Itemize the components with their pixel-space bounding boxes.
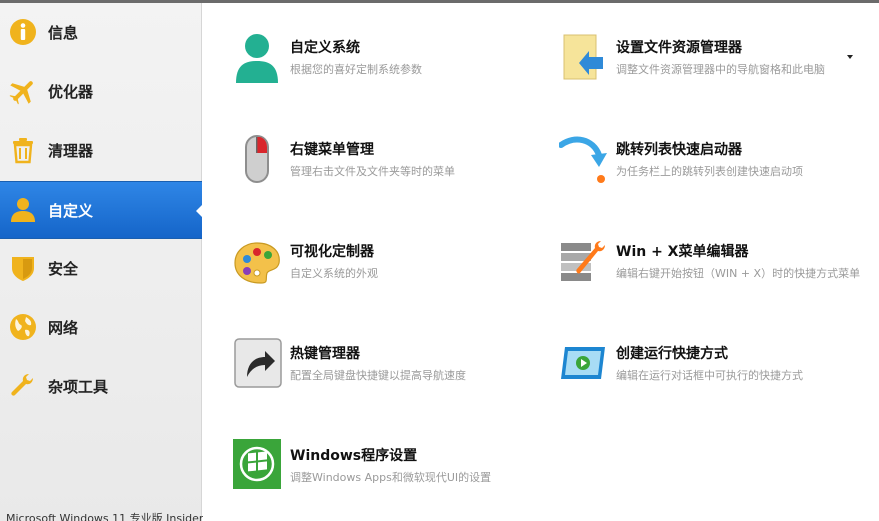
main-panel: 自定义系统 根据您的喜好定制系统参数 设置文件资源管理器 调整文件资源管理器中的… xyxy=(203,3,879,521)
tile-title: 设置文件资源管理器 xyxy=(616,40,742,56)
tile-title: 热键管理器 xyxy=(290,346,360,362)
folder-arrow-icon xyxy=(563,34,603,80)
person-icon xyxy=(236,34,278,83)
sidebar-item-misc-tools[interactable]: 杂项工具 xyxy=(0,357,202,415)
tile-title: 可视化定制器 xyxy=(290,244,374,260)
sidebar-item-security[interactable]: 安全 xyxy=(0,239,202,297)
shortcut-key-icon xyxy=(234,338,282,388)
sidebar-item-label: 自定义 xyxy=(48,201,94,220)
sidebar-item-label: 信息 xyxy=(48,23,79,42)
tile-title: 自定义系统 xyxy=(290,40,360,56)
tile-customize-system[interactable]: 自定义系统 根据您的喜好定制系统参数 xyxy=(233,31,533,91)
sidebar-item-cleaner[interactable]: 清理器 xyxy=(0,121,202,179)
tile-visual-customizer[interactable]: 可视化定制器 自定义系统的外观 xyxy=(233,235,533,295)
chevron-down-icon[interactable] xyxy=(847,55,853,59)
trash-icon xyxy=(13,138,33,164)
jump-arrow-icon xyxy=(559,136,607,183)
tile-description: 编辑在运行对话框中可执行的快捷方式 xyxy=(616,369,803,382)
tile-title: Win + X菜单编辑器 xyxy=(616,244,749,260)
tile-title: Windows程序设置 xyxy=(290,448,418,464)
sidebar-item-label: 优化器 xyxy=(48,82,94,101)
user-icon xyxy=(11,198,35,222)
tile-title: 创建运行快捷方式 xyxy=(616,346,728,362)
tile-hotkey-manager[interactable]: 热键管理器 配置全局键盘快捷键以提高导航速度 xyxy=(233,337,533,397)
info-icon xyxy=(10,19,36,45)
sidebar-item-customize[interactable]: 自定义 xyxy=(0,181,203,239)
tile-description: 调整文件资源管理器中的导航窗格和此电脑 xyxy=(616,63,825,76)
tile-run-shortcut-creator[interactable]: 创建运行快捷方式 编辑在运行对话框中可执行的快捷方式 xyxy=(559,337,859,397)
tile-description: 调整Windows Apps和微软现代UI的设置 xyxy=(290,471,492,484)
tile-description: 管理右击文件及文件夹等时的菜单 xyxy=(290,165,455,178)
tile-description: 根据您的喜好定制系统参数 xyxy=(290,63,422,76)
tile-description: 为任务栏上的跳转列表创建快速启动项 xyxy=(616,165,803,178)
os-version-footer: Microsoft Windows 11 专业版 Insider xyxy=(6,512,204,521)
tile-winx-menu-editor[interactable]: Win + X菜单编辑器 编辑右键开始按钮（WIN + X）时的快捷方式菜单 xyxy=(559,235,869,295)
tile-title: 跳转列表快速启动器 xyxy=(616,142,742,158)
menu-wrench-icon xyxy=(561,241,605,281)
palette-icon xyxy=(234,242,280,284)
sidebar-item-label: 网络 xyxy=(48,318,79,337)
tile-description: 自定义系统的外观 xyxy=(290,267,378,280)
tile-windows-apps-settings[interactable]: Windows程序设置 调整Windows Apps和微软现代UI的设置 xyxy=(233,439,533,499)
sidebar: 信息 优化器 清理器 自定义 安全 网络 杂项工具 Microsoft Wind… xyxy=(0,3,204,521)
tile-description: 编辑右键开始按钮（WIN + X）时的快捷方式菜单 xyxy=(616,267,861,280)
sidebar-item-info[interactable]: 信息 xyxy=(0,3,202,61)
tile-file-explorer-settings[interactable]: 设置文件资源管理器 调整文件资源管理器中的导航窗格和此电脑 xyxy=(559,31,859,91)
mouse-icon xyxy=(245,135,269,183)
run-window-icon xyxy=(561,347,605,379)
tile-jump-list-launcher[interactable]: 跳转列表快速启动器 为任务栏上的跳转列表创建快速启动项 xyxy=(559,133,859,193)
sidebar-item-label: 杂项工具 xyxy=(48,377,109,396)
sidebar-item-label: 安全 xyxy=(48,259,79,278)
sidebar-item-network[interactable]: 网络 xyxy=(0,298,202,356)
airplane-icon xyxy=(9,81,33,105)
globe-icon xyxy=(10,314,36,340)
windows-logo-icon xyxy=(233,439,281,489)
tile-description: 配置全局键盘快捷键以提高导航速度 xyxy=(290,369,466,382)
tile-context-menu-manager[interactable]: 右键菜单管理 管理右击文件及文件夹等时的菜单 xyxy=(233,133,533,193)
wrench-icon xyxy=(11,374,33,396)
tile-title: 右键菜单管理 xyxy=(290,142,374,158)
sidebar-item-optimizer[interactable]: 优化器 xyxy=(0,62,202,120)
sidebar-item-label: 清理器 xyxy=(48,141,94,160)
shield-icon xyxy=(12,257,34,281)
